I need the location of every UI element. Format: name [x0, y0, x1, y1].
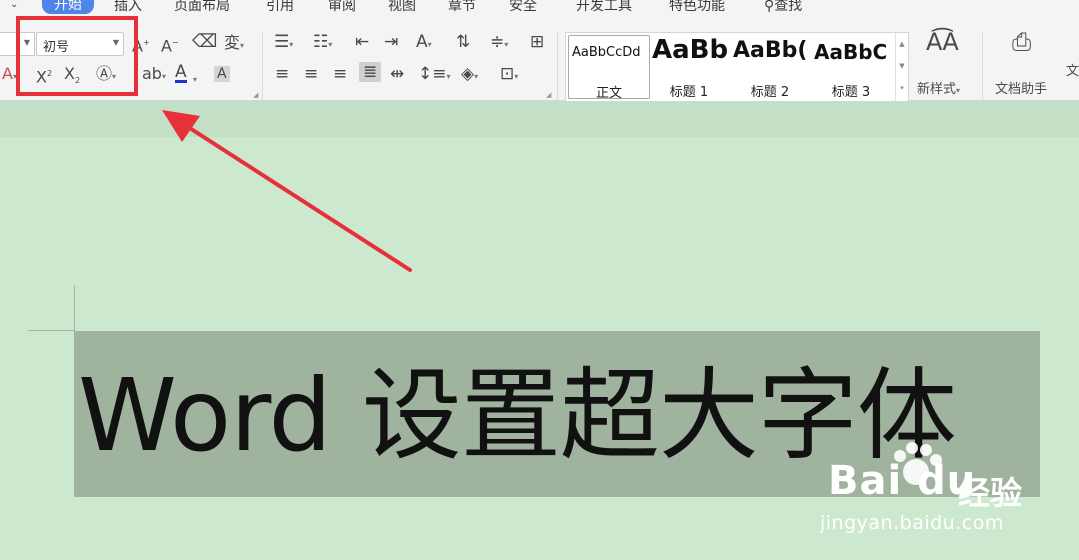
watermark-logo: Bai du — [828, 458, 977, 504]
baidu-watermark: Bai du 经验 jingyan.baidu.com — [820, 440, 1030, 540]
arrow-head — [162, 110, 200, 142]
watermark-jingyan: 经验 — [958, 474, 1023, 512]
watermark-url: jingyan.baidu.com — [820, 512, 1004, 534]
arrow-shaft — [183, 123, 412, 272]
